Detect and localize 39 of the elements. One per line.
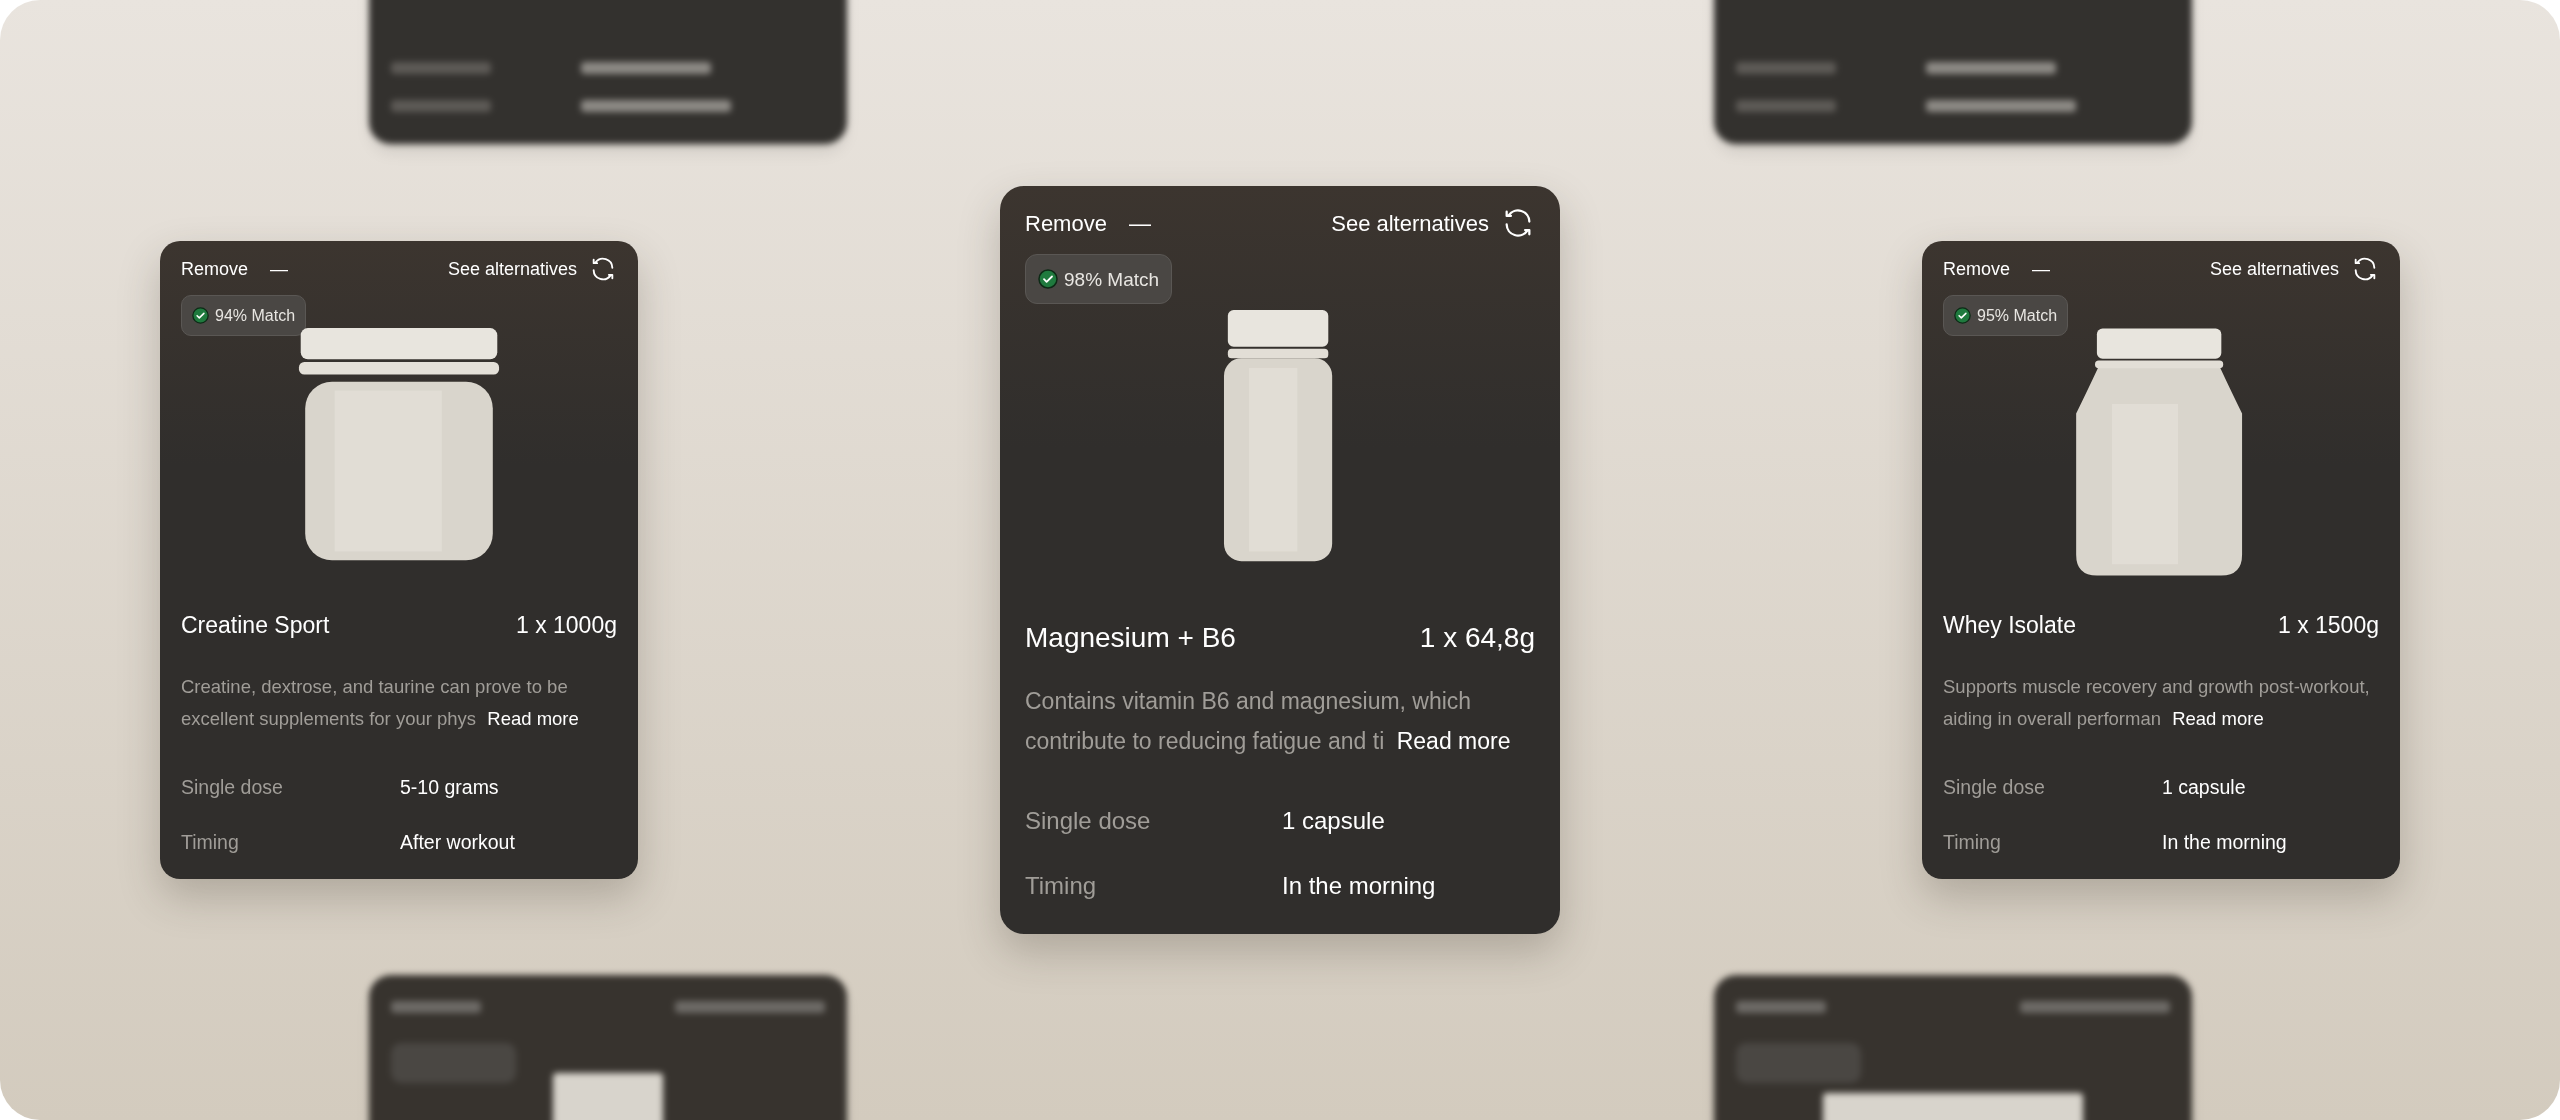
- detail-label: Single dose: [1943, 774, 2046, 800]
- remove-symbol[interactable]: —: [270, 255, 289, 283]
- remove-button[interactable]: Remove: [1943, 255, 2011, 283]
- match-text: 98% Match: [1064, 269, 1160, 289]
- detail-value: 1 capsule: [1282, 806, 1386, 836]
- detail-value: 5-10 grams: [400, 774, 500, 800]
- detail-label: Timing: [1943, 829, 2002, 855]
- product-description: Supports muscle recovery and growth post-workout, aiding in overall performan Read more: [1943, 674, 2371, 731]
- detail-value: In the morning: [1282, 871, 1437, 901]
- remove-button[interactable]: Remove: [1025, 206, 1107, 240]
- product-quantity: 1 x 1500g: [2277, 611, 2379, 640]
- product-description: Creatine, dextrose, and taurine can prove to be excellent supplements for your phys Read more: [181, 674, 580, 731]
- product-quantity: 1 x 1000g: [515, 611, 617, 640]
- read-more-link[interactable]: Read more: [1396, 728, 1511, 754]
- detail-label: Timing: [181, 829, 240, 855]
- detail-label: Timing: [1025, 871, 1098, 901]
- detail-value: After workout: [400, 829, 516, 855]
- check-icon: [1038, 269, 1058, 289]
- see-alternatives-button[interactable]: See alternatives: [447, 255, 577, 283]
- remove-symbol[interactable]: —: [2032, 255, 2051, 283]
- detail-label: Single dose: [181, 774, 284, 800]
- product-quantity: 1 x 64,8g: [1419, 621, 1535, 655]
- product-name: Creatine Sport: [181, 611, 330, 640]
- product-name: Magnesium + B6: [1025, 621, 1236, 655]
- see-alternatives-button[interactable]: See alternatives: [1331, 206, 1489, 240]
- remove-button[interactable]: Remove: [181, 255, 249, 283]
- check-icon: [1954, 307, 1971, 324]
- detail-label: Single dose: [1025, 806, 1152, 836]
- check-icon: [192, 307, 209, 324]
- read-more-link[interactable]: Read more: [487, 707, 579, 729]
- product-name: Whey Isolate: [1943, 611, 2076, 640]
- detail-value: In the morning: [2162, 829, 2288, 855]
- product-description: Contains vitamin B6 and magnesium, which contribute to reducing fatigue and ti Read more: [1025, 687, 1512, 756]
- read-more-link[interactable]: Read more: [2172, 707, 2264, 729]
- remove-symbol[interactable]: —: [1128, 206, 1151, 240]
- detail-value: 1 capsule: [2162, 774, 2247, 800]
- see-alternatives-button[interactable]: See alternatives: [2209, 255, 2339, 283]
- match-text: 94% Match: [215, 307, 296, 324]
- match-text: 95% Match: [1977, 307, 2058, 324]
